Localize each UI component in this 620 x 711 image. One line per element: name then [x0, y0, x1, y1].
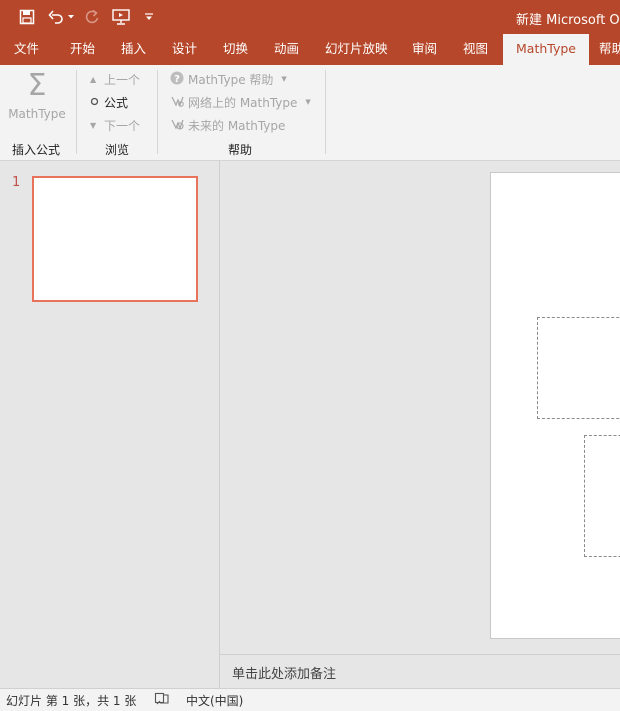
circle-icon	[90, 95, 104, 109]
title-placeholder[interactable]	[537, 317, 620, 419]
ribbon-tabs: 文件 开始 插入 设计 切换 动画 幻灯片放映 审阅 视图 MathType 帮…	[0, 34, 620, 65]
slide-canvas[interactable]	[490, 172, 620, 639]
slide-count-status: 幻灯片 第 1 张，共 1 张	[6, 694, 137, 708]
web-link-icon	[170, 94, 188, 111]
subtitle-placeholder[interactable]	[584, 435, 620, 557]
mathtype-future-button[interactable]: 未来的 MathType	[170, 115, 285, 135]
tab-slideshow[interactable]: 幻灯片放映	[325, 34, 388, 65]
notes-pane[interactable]: 单击此处添加备注	[220, 654, 620, 689]
previous-formula-button[interactable]: ▲ 上一个	[90, 69, 140, 89]
chevron-down-icon[interactable]	[66, 7, 76, 27]
title-bar: 新建 Microsoft Of	[0, 0, 620, 34]
group-label-browse: 浏览	[105, 143, 130, 157]
mathtype-help-button[interactable]: ? MathType 帮助 ▼	[170, 69, 287, 89]
ribbon: Σ MathType 插入公式 ▲ 上一个 公式 ▼ 下一个 浏览 ? Math…	[0, 65, 620, 161]
accessibility-icon[interactable]	[154, 691, 170, 710]
sigma-icon: Σ	[27, 68, 47, 103]
slide-thumbnail[interactable]	[32, 176, 198, 302]
next-formula-label: 下一个	[104, 118, 141, 133]
group-label-help: 帮助	[228, 143, 253, 157]
tab-file[interactable]: 文件	[14, 34, 39, 65]
previous-formula-label: 上一个	[104, 72, 141, 87]
present-from-start-icon[interactable]	[110, 7, 132, 27]
tab-view[interactable]: 视图	[463, 34, 488, 65]
formula-browse-button[interactable]: 公式	[90, 92, 128, 112]
undo-icon[interactable]	[46, 7, 66, 27]
redo-icon[interactable]	[82, 7, 102, 27]
slide-thumbnail-pane: 1	[0, 161, 220, 688]
svg-text:?: ?	[174, 74, 180, 85]
tab-home[interactable]: 开始	[70, 34, 95, 65]
future-icon	[170, 117, 188, 134]
notes-placeholder: 单击此处添加备注	[232, 667, 337, 682]
group-separator	[157, 70, 158, 154]
mathtype-insert-label: MathType	[8, 107, 66, 121]
mathtype-help-label: MathType 帮助	[188, 72, 274, 87]
tab-transitions[interactable]: 切换	[223, 34, 248, 65]
group-separator	[76, 70, 77, 154]
tab-mathtype[interactable]: MathType	[503, 34, 589, 65]
tab-help[interactable]: 帮助	[599, 34, 620, 65]
tab-design[interactable]: 设计	[172, 34, 197, 65]
slide-editor	[220, 161, 620, 654]
chevron-down-icon: ▼	[305, 98, 311, 106]
formula-browse-label: 公式	[104, 95, 129, 110]
down-arrow-icon: ▼	[90, 120, 97, 130]
tab-insert[interactable]: 插入	[121, 34, 146, 65]
slide-number: 1	[12, 175, 21, 190]
mathtype-web-label: 网络上的 MathType	[188, 95, 298, 110]
group-label-insert-formula: 插入公式	[12, 143, 61, 157]
window-title: 新建 Microsoft Of	[516, 13, 620, 28]
status-bar: 幻灯片 第 1 张，共 1 张 中文(中国)	[0, 688, 620, 711]
help-icon: ?	[170, 71, 188, 88]
chevron-down-icon: ▼	[281, 75, 287, 83]
mathtype-future-label: 未来的 MathType	[188, 118, 286, 133]
mathtype-web-button[interactable]: 网络上的 MathType ▼	[170, 92, 311, 112]
group-separator	[325, 70, 326, 154]
up-arrow-icon: ▲	[90, 74, 97, 84]
customize-qat-icon[interactable]	[142, 7, 156, 27]
tab-review[interactable]: 审阅	[412, 34, 437, 65]
save-icon[interactable]	[16, 7, 38, 27]
language-status[interactable]: 中文(中国)	[186, 692, 243, 709]
next-formula-button[interactable]: ▼ 下一个	[90, 115, 140, 135]
mathtype-insert-button[interactable]: Σ MathType	[6, 69, 68, 125]
tab-animations[interactable]: 动画	[274, 34, 299, 65]
